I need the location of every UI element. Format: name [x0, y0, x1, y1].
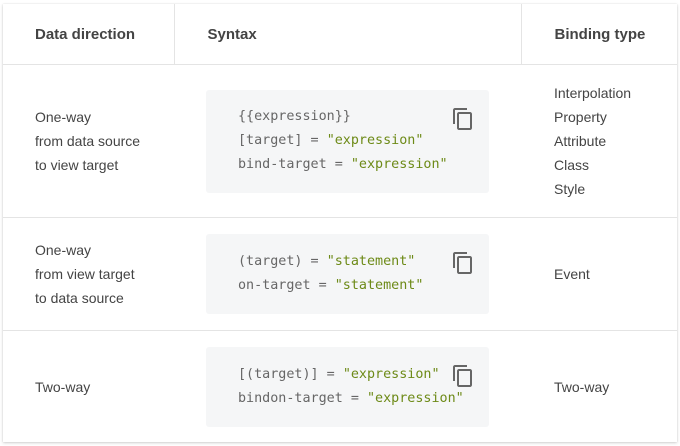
binding-type: Class [554, 157, 590, 173]
code-line: on-target = "statement" [238, 278, 424, 293]
table-row: One-way from data source to view target … [3, 65, 677, 218]
data-direction-cell: Two-way [3, 331, 174, 443]
direction-line: from view target [35, 266, 135, 282]
header-binding-type: Binding type [521, 4, 677, 65]
table-header-row: Data direction Syntax Binding type [3, 4, 677, 65]
content-copy-icon[interactable] [452, 364, 474, 388]
content-copy-icon[interactable] [452, 251, 474, 275]
syntax-cell: {{expression}} [target] = "expression" bin… [174, 65, 521, 218]
syntax-cell: (target) = "statement" on-target = "state… [174, 218, 521, 331]
data-direction-cell: One-way from view target to data source [3, 218, 174, 331]
code-line: bindon-target = "expression" [238, 390, 464, 406]
header-syntax: Syntax [174, 4, 522, 65]
binding-type-cell: Two-way [521, 331, 677, 443]
binding-syntax-table-card: Data direction Syntax Binding type One-w… [3, 4, 677, 442]
binding-type: Style [554, 181, 586, 197]
code-line: bind-target = "expression" [238, 156, 448, 172]
code-line: [target] = "expression" [238, 132, 424, 148]
binding-type: Event [554, 266, 590, 282]
binding-type: Two-way [554, 378, 610, 395]
table-row: One-way from view target to data source … [3, 218, 677, 331]
binding-syntax-table: Data direction Syntax Binding type One-w… [3, 4, 677, 442]
data-direction-cell: One-way from data source to view target [3, 65, 174, 218]
table-row: Two-way [(target)] = "expression" bindon-… [3, 331, 677, 443]
binding-type: Property [554, 109, 607, 125]
direction-line: One-way [35, 242, 92, 258]
binding-type: Interpolation [554, 85, 632, 101]
code-block[interactable]: [(target)] = "expression" bindon-target =… [206, 346, 489, 427]
direction-line: from data source [35, 133, 141, 149]
code-block[interactable]: (target) = "statement" on-target = "state… [206, 234, 489, 314]
direction-line: One-way [35, 109, 92, 125]
binding-type: Attribute [554, 133, 607, 149]
direction-line: to data source [35, 290, 124, 306]
direction-line: to view target [35, 157, 119, 173]
direction-line: Two-way [35, 378, 91, 395]
syntax-cell: [(target)] = "expression" bindon-target =… [174, 331, 521, 443]
binding-type-cell: Event [521, 218, 677, 331]
binding-type-cell: Interpolation Property Attribute Class S… [521, 65, 677, 218]
content-copy-icon[interactable] [452, 107, 474, 131]
header-data-direction: Data direction [3, 4, 175, 65]
code-block[interactable]: {{expression}} [target] = "expression" bin… [206, 89, 489, 193]
